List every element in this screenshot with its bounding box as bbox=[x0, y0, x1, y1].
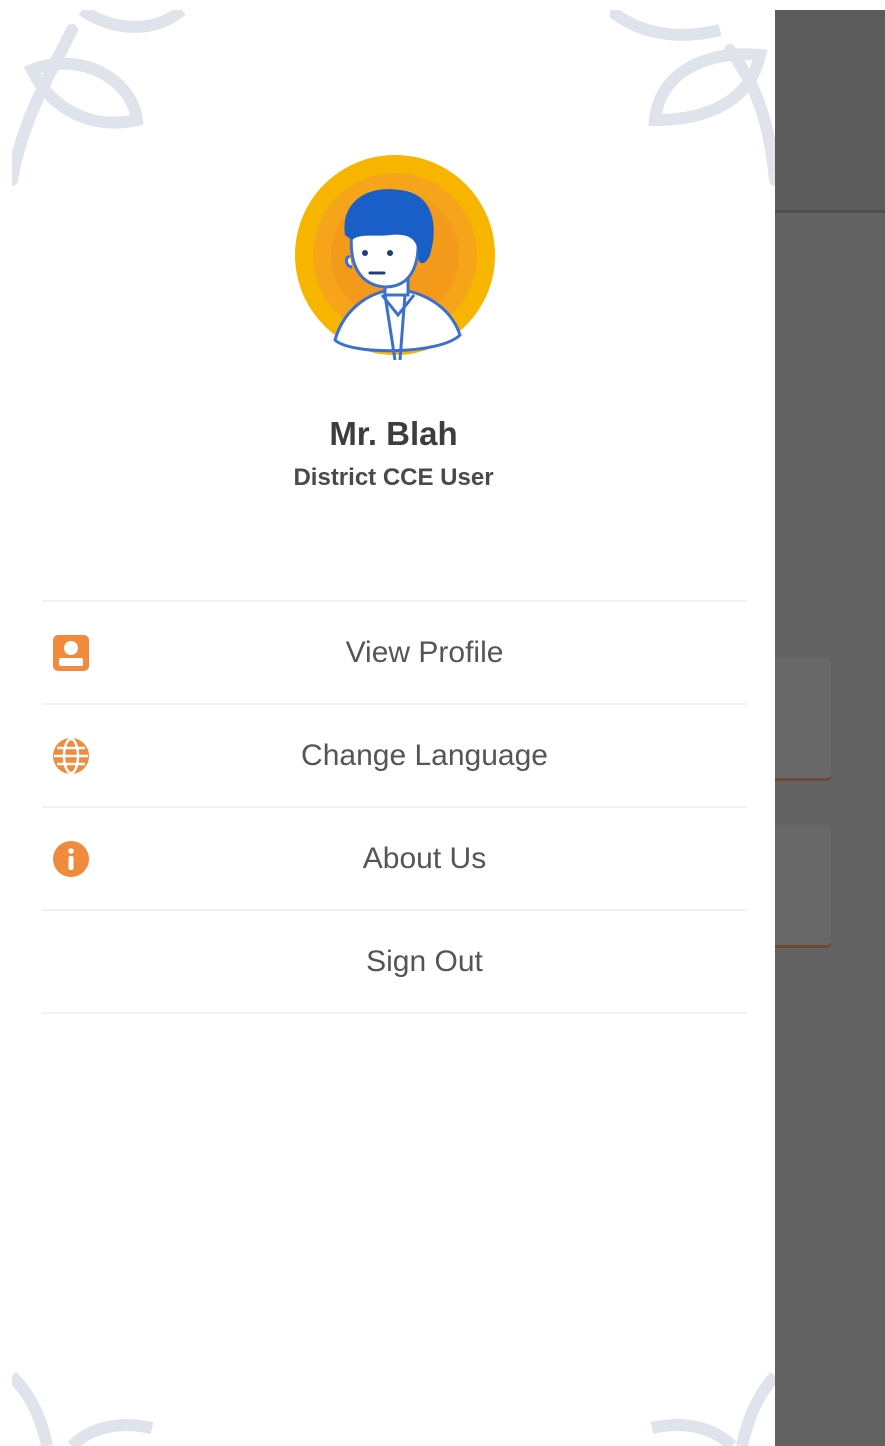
menu-item-about-us[interactable]: About Us bbox=[42, 808, 747, 911]
menu-item-view-profile[interactable]: View Profile bbox=[42, 602, 747, 705]
navigation-drawer: Mr. Blah District CCE User View Profile bbox=[12, 10, 775, 1446]
profile-icon bbox=[52, 634, 90, 672]
menu-item-change-language[interactable]: Change Language bbox=[42, 705, 747, 808]
menu-item-label: Sign Out bbox=[366, 945, 483, 978]
drawer-menu: View Profile Change Language About Us Si… bbox=[42, 600, 747, 1014]
dimmed-app-scrim[interactable] bbox=[775, 10, 885, 1446]
globe-icon bbox=[52, 737, 90, 775]
leaf-decoration-bottom-left bbox=[12, 1366, 172, 1446]
background-card bbox=[775, 658, 831, 778]
background-app-bar bbox=[775, 10, 885, 213]
leaf-decoration-top-left bbox=[12, 10, 192, 190]
leaf-decoration-top-right bbox=[610, 10, 775, 190]
info-icon bbox=[52, 840, 90, 878]
user-role: District CCE User bbox=[293, 464, 494, 491]
user-name: Mr. Blah bbox=[329, 415, 458, 452]
menu-item-label: View Profile bbox=[345, 636, 504, 669]
leaf-decoration-bottom-right bbox=[622, 1366, 775, 1446]
menu-item-sign-out[interactable]: Sign Out bbox=[42, 911, 747, 1014]
menu-item-label: Change Language bbox=[301, 739, 548, 772]
background-card bbox=[775, 825, 831, 945]
avatar bbox=[290, 155, 500, 365]
menu-item-label: About Us bbox=[362, 842, 487, 875]
